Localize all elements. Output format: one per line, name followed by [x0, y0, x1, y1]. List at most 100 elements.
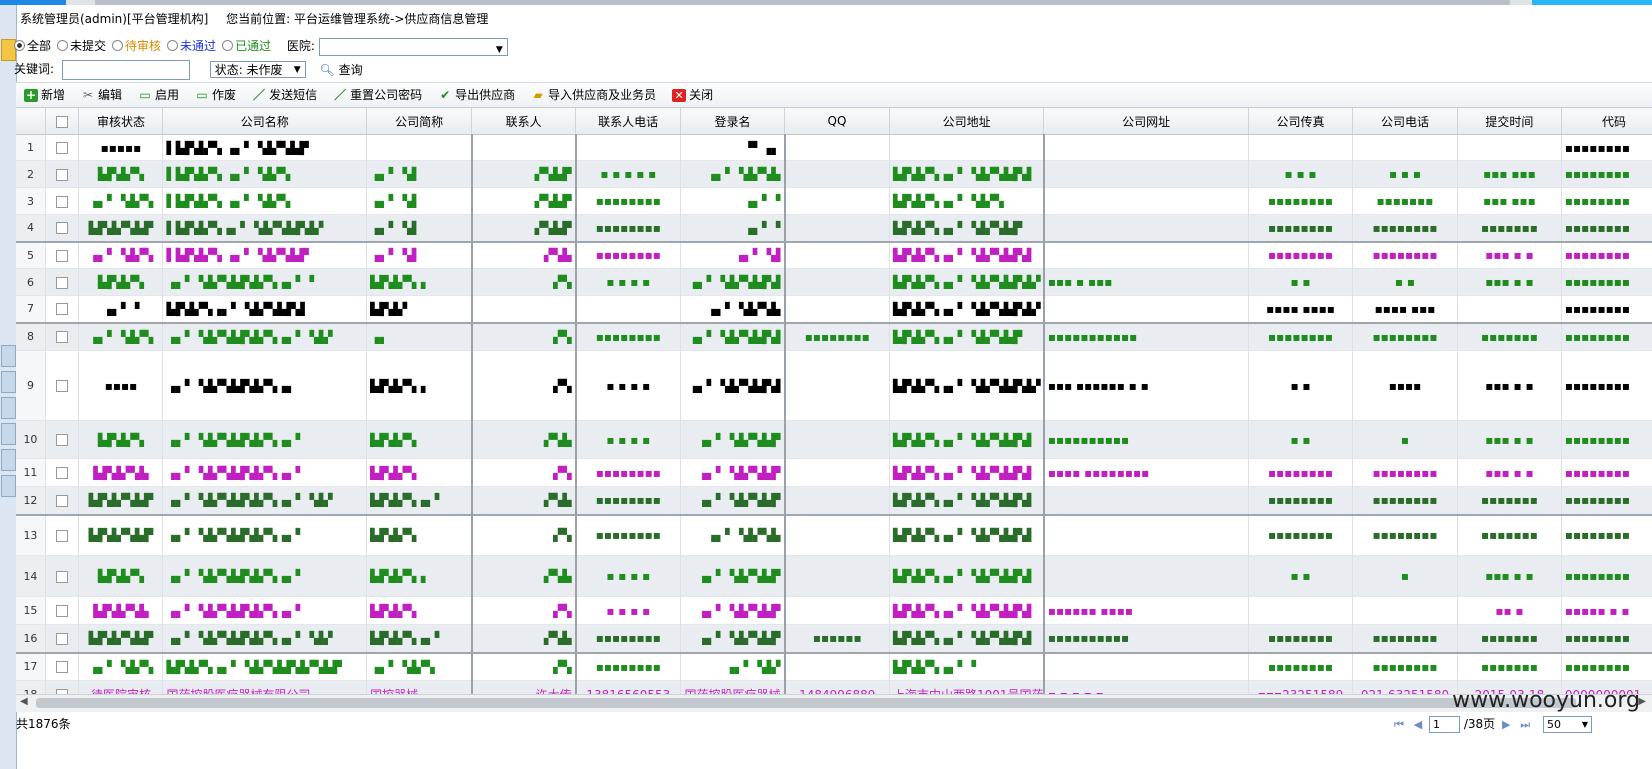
next-page-icon[interactable]: ▶ [1502, 718, 1510, 731]
import-button[interactable]: ▰ 导入供应商及业务员 [531, 83, 656, 107]
edit-button[interactable]: ✂ 编辑 [81, 83, 122, 107]
window-tab-right[interactable] [1532, 0, 1652, 5]
left-rail-tab[interactable] [1, 475, 16, 497]
column-header[interactable]: 公司简称 [366, 108, 473, 135]
void-button[interactable]: ▭ 作废 [195, 83, 236, 107]
hospital-select[interactable]: ▼ [318, 37, 508, 56]
row-checkbox[interactable] [56, 529, 69, 542]
top-scrollbar[interactable] [95, 0, 1510, 5]
radio-circle-icon[interactable] [112, 40, 124, 51]
radio-circle-icon[interactable] [222, 40, 234, 51]
enable-button[interactable]: ▭ 启用 [138, 83, 179, 107]
table-row[interactable]: 15 ▙▛▟▞▚▙ ▗▖▘▝▟▞▚▙▛▟▞▚▗▖▘ ▙▛▟▞▚ ▞▚ ▪ ▪ ▪ ▪ ▗▖▘… [16, 596, 1652, 625]
row-checkbox[interactable] [56, 195, 69, 208]
row-checkbox[interactable] [56, 661, 69, 674]
column-header[interactable]: 公司名称 [162, 108, 368, 135]
keyword-input[interactable] [61, 59, 190, 80]
table-row[interactable]: 16 ▙▛▟▞▚▙▛ ▗▖▘▝▟▞▚▙▛▟▞▚▗▖▘▝▟▞ ▙▛▟▞▚▗▖▘ ▞▚▙ ▪▪… [16, 624, 1652, 653]
row-checkbox[interactable] [56, 168, 69, 181]
status-radio-4[interactable]: 已通过 [222, 36, 271, 56]
row-select-cell[interactable] [45, 350, 80, 421]
status-radio-3[interactable]: 未通过 [167, 36, 216, 56]
table-row[interactable]: 9 ▪▪▪▪ ▗▖▘▝▟▞▚▙▛▟▞▚▗▖ ▙▛▟▞▚▗ ▞▚ ▪ ▪ ▪ ▪ ▗▖▘▝▟▞… [16, 350, 1652, 421]
column-header[interactable]: 联系人电话 [575, 108, 682, 135]
scrollbar-thumb[interactable] [36, 698, 1576, 708]
row-select-cell[interactable] [45, 295, 80, 323]
last-page-icon[interactable]: ⏭ [1520, 718, 1530, 731]
prev-page-icon[interactable]: ◀ [1414, 718, 1422, 731]
row-select-cell[interactable] [45, 240, 80, 269]
close-button[interactable]: ✕ 关闭 [672, 83, 713, 107]
column-header[interactable]: 代码 [1561, 108, 1652, 135]
table-row[interactable]: 4 ▙▛▟▞▚▙▛ ▌▙▛▟▞▚▗▖▘▝▟▞▚▙▛▟▞ ▗▖▘▝▟ ▞▚▙▛ ▪▪▪▪▪▪… [16, 214, 1652, 242]
row-checkbox[interactable] [56, 276, 69, 289]
row-checkbox[interactable] [56, 380, 69, 392]
row-checkbox[interactable] [56, 467, 69, 479]
column-header[interactable]: QQ [784, 108, 890, 135]
row-checkbox[interactable] [56, 249, 69, 262]
row-checkbox[interactable] [56, 605, 69, 617]
radio-circle-icon[interactable] [57, 40, 69, 51]
row-checkbox[interactable] [56, 570, 69, 583]
column-header[interactable]: 审核状态 [78, 108, 164, 135]
row-checkbox[interactable] [56, 142, 69, 154]
row-select-cell[interactable] [45, 268, 80, 296]
row-checkbox[interactable] [56, 222, 69, 235]
status-radio-0[interactable]: 全部 [14, 36, 51, 56]
status-radio-2[interactable]: 待审核 [112, 36, 161, 56]
export-button[interactable]: ✔ 导出供应商 [438, 83, 515, 107]
state-select[interactable]: 状态: 未作废 ▼ [209, 61, 306, 78]
scroll-left-icon[interactable]: ◀ [20, 696, 28, 707]
table-row[interactable]: 8 ▗▖▘▝▟▞▚ ▗▖▘▝▟▞▚▙▛▟▞▚▗▖▘▝▟▞ ▗▖ ▞▚ ▪▪▪▪▪▪▪▪ ▗▖… [16, 321, 1652, 351]
page-number-input[interactable]: 1 [1428, 716, 1460, 733]
column-header[interactable]: 登录名 [680, 108, 785, 135]
column-header[interactable]: 公司电话 [1352, 108, 1458, 135]
left-rail-tab[interactable] [1, 371, 16, 393]
row-select-cell[interactable] [45, 651, 80, 681]
table-row[interactable]: 6 ▙▛▟▞▚ ▗▖▘▝▟▞▚▙▛▟▞▚▗▖▘▝ ▙▛▟▞▚▗ ▞▚ ▪ ▪ ▪ ▪ ▗▖▘… [16, 268, 1652, 296]
left-rail-tab[interactable] [1, 423, 16, 445]
status-radio-1[interactable]: 未提交 [57, 36, 106, 56]
row-select-cell[interactable] [45, 680, 80, 694]
left-rail-tab[interactable] [1, 397, 16, 419]
table-row[interactable]: 2 ▙▛▟▞▚ ▌▙▛▟▞▚ ▗▖▘▝▟▞▚ ▗▖▘▝▟ ▞▚▙▛ ▪ ▪ ▪ ▪ ▪ ▗▖… [16, 160, 1652, 188]
page-size-select[interactable]: 50 ▼ [1543, 716, 1592, 733]
row-select-cell[interactable] [45, 134, 80, 161]
row-select-cell[interactable] [45, 596, 80, 625]
table-row[interactable]: 11 ▙▛▟▞▚▙ ▗▖▘▝▟▞▚▙▛▟▞▚▗▖▘ ▙▛▟▞▚ ▞▚ ▪▪▪▪▪▪▪▪ ▗▖… [16, 458, 1652, 487]
row-checkbox[interactable] [56, 494, 69, 507]
row-checkbox[interactable] [56, 303, 69, 316]
row-select-cell[interactable] [45, 458, 80, 487]
row-select-cell[interactable] [45, 160, 80, 188]
send-sms-button[interactable]: ／发送短信 [252, 83, 317, 107]
row-select-cell[interactable] [45, 214, 80, 242]
row-checkbox[interactable] [56, 434, 69, 446]
row-select-cell[interactable] [45, 321, 80, 351]
column-header[interactable]: 公司地址 [889, 108, 1045, 135]
row-checkbox[interactable] [56, 632, 69, 645]
first-page-icon[interactable]: ⏮ [1394, 718, 1404, 731]
table-row[interactable]: 7 ▗▖▘▝ ▙▛▟▞▚▗▖▘▝▟▞▚▙▛▟ ▙▛▟▞ ▗▖▘▝▟▞▚▙ ▙▛▟▞▚▗▖▘… [16, 295, 1652, 323]
left-rail-tab[interactable] [1, 449, 16, 471]
row-select-cell[interactable] [45, 513, 80, 556]
add-button[interactable]: + 新增 [24, 83, 65, 107]
table-row[interactable]: 1 ▪▪▪▪▪ ▌▙▛▟▞▚ ▗▖▘▝▟▞▚▙▛ ▝▘▗▖ ▪▪▪▪▪▪▪▪ [16, 134, 1652, 161]
row-checkbox[interactable] [56, 331, 69, 344]
row-select-cell[interactable] [45, 555, 80, 597]
table-row[interactable]: 12 ▙▛▟▞▚▙▛ ▗▖▘▝▟▞▚▙▛▟▞▚▗▖▘▝▟▞ ▙▛▟▞▚▗▖▘ ▞▚▙ ▪▪… [16, 486, 1652, 515]
row-select-cell[interactable] [45, 486, 80, 515]
table-row[interactable]: 18 待医院审核国药控股医疗器械有限公司国控器械许大传13816560553国药控… [16, 680, 1652, 694]
radio-circle-icon[interactable] [167, 40, 179, 51]
column-header[interactable]: 联系人 [471, 108, 577, 135]
column-header[interactable]: 公司传真 [1248, 108, 1353, 135]
row-select-cell[interactable] [45, 420, 80, 459]
table-row[interactable]: 3 ▗▖▘▝▟▞▚ ▌▙▛▟▞▚ ▗▖▘▝▟▞▚ ▗▖▘▝▟ ▞▚▙▛ ▪▪▪▪▪▪▪▪ ▗… [16, 187, 1652, 215]
row-select-cell[interactable] [45, 187, 80, 215]
table-row[interactable]: 10 ▙▛▟▞▚ ▗▖▘▝▟▞▚▙▛▟▞▚▗▖▘ ▙▛▟▞▚ ▞▚▙ ▪ ▪ ▪ ▪ ▗▖▘… [16, 420, 1652, 459]
column-header[interactable]: 公司网址 [1043, 108, 1250, 135]
select-all-checkbox[interactable] [56, 115, 69, 128]
table-row[interactable]: 5 ▗▖▘▝▟▞▚ ▌▙▛▟▞▚ ▗▖▘▝▟▞▚▙▛ ▗▖▘▝▟ ▞▚▙ ▪▪▪▪▪▪▪▪… [16, 240, 1652, 269]
radio-circle-icon[interactable] [14, 40, 25, 51]
table-row[interactable]: 17 ▗▖▘▝▟▞▚ ▙▛▟▞▚▗▖▘▝▟▞▚▙▛▟▞▚▙▛ ▗▖▘▝▟▞▚ ▞▚ ▪▪▪… [16, 651, 1652, 681]
table-row[interactable]: 14 ▙▛▟▞▚ ▗▖▘▝▟▞▚▙▛▟▞▚▗▖▘ ▙▛▟▞▚▗ ▞▚▙ ▪ ▪ ▪ ▪ ▗▖… [16, 555, 1652, 597]
